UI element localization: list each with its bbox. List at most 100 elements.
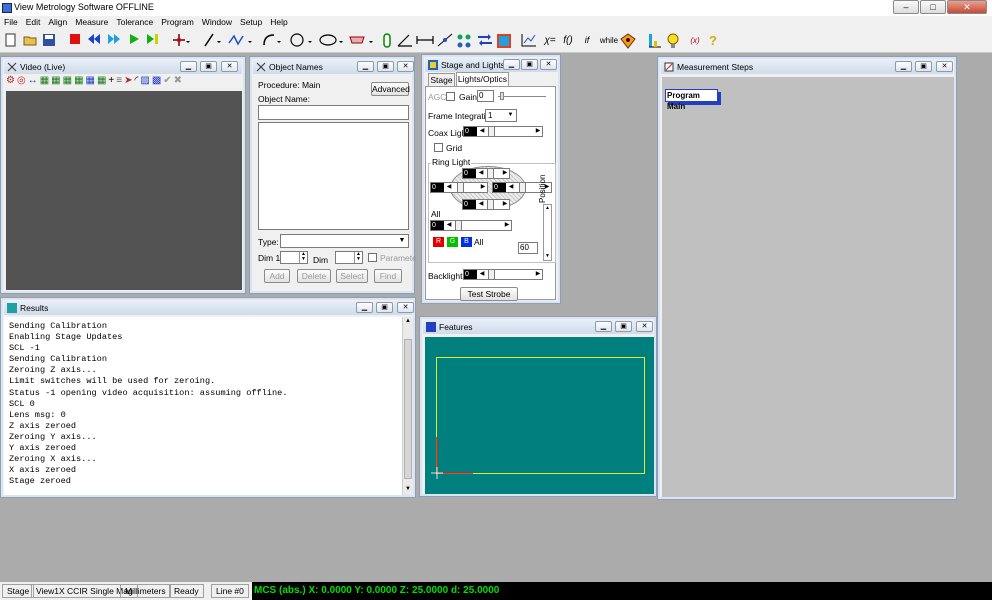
lightbulb-icon[interactable] — [666, 33, 680, 48]
arrow-left-icon[interactable]: ◀ — [507, 183, 515, 192]
angle-icon[interactable] — [397, 33, 412, 48]
position-scrollbar[interactable]: ▲ ▼ — [543, 204, 552, 261]
frame-integration-select[interactable]: 1 ▼ — [485, 109, 517, 122]
menu-align[interactable]: Align — [44, 16, 71, 29]
chi-text-icon[interactable]: χ= — [542, 33, 558, 48]
delete-button[interactable]: Delete — [297, 269, 331, 283]
dim1-stepper[interactable]: ▲ ▼ — [280, 251, 308, 264]
object-names-titlebar[interactable]: Object Names ▁ ▣ ✕ — [253, 60, 414, 74]
test-strobe-button[interactable]: Test Strobe — [460, 287, 518, 301]
menu-window[interactable]: Window — [198, 16, 236, 29]
fast-forward-icon[interactable] — [107, 33, 121, 48]
grid-tool-3-icon[interactable]: ▦ — [63, 75, 74, 86]
green-channel-button[interactable]: G — [447, 237, 458, 247]
results-titlebar[interactable]: Results ▁ ▣ ✕ — [4, 301, 414, 315]
arrow-right-icon[interactable]: ▶ — [501, 200, 509, 209]
transfer-icon[interactable] — [456, 33, 471, 48]
arrow-right-icon[interactable]: ▶ — [534, 270, 542, 279]
type-select[interactable]: ▼ — [280, 234, 409, 248]
arrow-right-icon[interactable]: ▶ — [503, 221, 511, 230]
step-icon[interactable] — [146, 33, 160, 48]
all-lights-slider[interactable]: 0 ◀ ▶ — [430, 220, 512, 231]
tab-stage[interactable]: Stage — [428, 73, 455, 86]
arrow-left-icon[interactable]: ◀ — [445, 183, 453, 192]
features-titlebar[interactable]: Features ▁ ▣ ✕ — [423, 320, 653, 334]
backlight-slider[interactable]: 0 ◀ ▶ — [463, 269, 543, 280]
gain-input[interactable]: 0 — [477, 90, 494, 102]
blue-channel-button[interactable]: B — [461, 237, 472, 247]
video-close-button[interactable]: ✕ — [221, 61, 238, 72]
point-icon[interactable] — [172, 33, 190, 48]
grid-checkbox[interactable] — [434, 143, 443, 152]
open-folder-icon[interactable] — [23, 33, 37, 48]
distance-icon[interactable] — [416, 33, 434, 48]
target-tool-icon[interactable]: ◎ — [17, 75, 28, 86]
backlight-thumb[interactable] — [488, 270, 495, 279]
scroll-thumb[interactable] — [404, 339, 412, 479]
if-icon[interactable]: if — [582, 33, 592, 48]
line-scan-icon[interactable]: ↔ — [28, 75, 40, 86]
graph-icon[interactable] — [496, 33, 511, 48]
circle-icon[interactable] — [290, 33, 312, 48]
scroll-down-icon[interactable]: ▼ — [544, 253, 551, 260]
close-button[interactable]: ✕ — [947, 0, 987, 14]
menu-file[interactable]: File — [0, 16, 22, 29]
gain-slider[interactable] — [498, 96, 546, 97]
coax-light-thumb[interactable] — [488, 127, 495, 136]
minimize-button[interactable]: – — [893, 0, 919, 14]
arrow-right-icon[interactable]: ▶ — [479, 183, 487, 192]
features-minimize-button[interactable]: ▁ — [595, 321, 612, 332]
stepper-arrows-icon[interactable]: ▲ ▼ — [354, 252, 362, 263]
edge-tool-icon[interactable]: ⚙ — [6, 75, 17, 86]
coax-light-slider[interactable]: 0 ◀ ▶ — [463, 126, 543, 137]
arrow-left-icon[interactable]: ◀ — [478, 270, 486, 279]
arrow-right-icon[interactable]: ▶ — [534, 127, 542, 136]
object-names-restore-button[interactable]: ▣ — [377, 61, 394, 72]
object-names-minimize-button[interactable]: ▁ — [357, 61, 374, 72]
measurement-steps-restore-button[interactable]: ▣ — [915, 61, 932, 72]
tab-lights-optics[interactable]: Lights/Optics — [456, 72, 509, 86]
select-button[interactable]: Select — [336, 269, 368, 283]
menu-edit[interactable]: Edit — [22, 16, 45, 29]
position-input[interactable]: 60 — [518, 242, 538, 254]
video-titlebar[interactable]: Video (Live) ▁ ▣ ✕ — [4, 60, 242, 74]
zoom-tool-icon[interactable]: ▨ — [140, 75, 151, 86]
function-icon[interactable]: f() — [560, 33, 576, 48]
measurement-steps-titlebar[interactable]: Measurement Steps ▁ ▣ ✕ — [661, 60, 953, 74]
pattern-icon[interactable] — [437, 33, 453, 48]
results-minimize-button[interactable]: ▁ — [356, 302, 373, 313]
ellipse-icon[interactable] — [319, 33, 343, 48]
menu-program[interactable]: Program — [157, 16, 198, 29]
stage-lights-titlebar[interactable]: Stage and Lights ▁ ▣ ✕ — [425, 58, 557, 72]
fit-tool-icon[interactable]: ▩ — [152, 75, 163, 86]
object-name-input[interactable] — [258, 105, 409, 120]
results-scrollbar[interactable]: ▲ ▼ — [402, 317, 413, 495]
ring-light-top-slider[interactable]: 0 ◀ ▶ — [462, 168, 510, 179]
measurement-steps-minimize-button[interactable]: ▁ — [895, 61, 912, 72]
all-lights-thumb[interactable] — [455, 221, 462, 230]
features-close-button[interactable]: ✕ — [636, 321, 653, 332]
agc-checkbox[interactable] — [446, 92, 455, 101]
video-restore-button[interactable]: ▣ — [200, 61, 217, 72]
object-names-close-button[interactable]: ✕ — [397, 61, 414, 72]
grid-tool-4-icon[interactable]: ▦ — [74, 75, 85, 86]
accept-icon[interactable]: ✔ — [163, 75, 173, 86]
arrow-tool-icon[interactable]: ➤ — [124, 75, 134, 86]
dim-stepper[interactable]: ▲ ▼ — [335, 251, 363, 264]
ring-light-top-thumb[interactable] — [487, 169, 494, 178]
scroll-up-icon[interactable]: ▲ — [404, 318, 412, 326]
arc-icon[interactable] — [262, 33, 281, 48]
arrow-left-icon[interactable]: ◀ — [478, 127, 486, 136]
grid-tool-6-icon[interactable]: ▦ — [97, 75, 108, 86]
menu-setup[interactable]: Setup — [236, 16, 266, 29]
add-button[interactable]: Add — [264, 269, 290, 283]
video-minimize-button[interactable]: ▁ — [180, 61, 197, 72]
parameter-checkbox[interactable] — [368, 253, 377, 262]
while-icon[interactable]: while — [598, 33, 620, 48]
red-channel-button[interactable]: R — [433, 237, 444, 247]
measurement-steps-list[interactable]: Program Main — [662, 77, 954, 497]
arrow-right-icon[interactable]: ▶ — [501, 169, 509, 178]
grid-tool-1-icon[interactable]: ▦ — [40, 75, 51, 86]
arrow-left-icon[interactable]: ◀ — [477, 200, 485, 209]
stage-lights-close-button[interactable]: ✕ — [540, 59, 557, 70]
